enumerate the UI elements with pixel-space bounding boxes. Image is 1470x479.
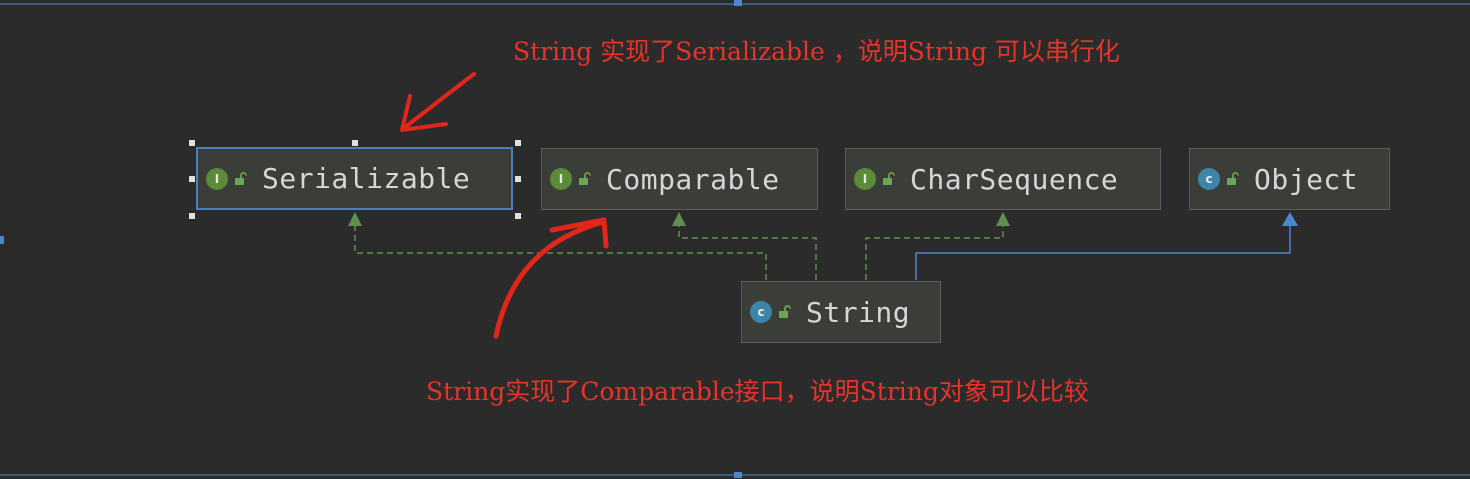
- edge-arrowhead-comparable: [672, 212, 686, 226]
- selection-handle[interactable]: [189, 176, 195, 182]
- selection-handle[interactable]: [515, 176, 521, 182]
- interface-icon: I: [206, 167, 228, 190]
- edge-arrowhead-object: [1282, 212, 1298, 226]
- selection-handle[interactable]: [515, 213, 521, 219]
- annotation-serializable: String 实现了Serializable ，说明String 可以串行化: [513, 37, 1120, 66]
- edge-string-object: [915, 226, 1291, 280]
- annotation-comparable: String实现了Comparable接口，说明String对象可以比较: [426, 377, 1089, 406]
- final-class-icon: c: [750, 301, 772, 323]
- unlock-icon: [779, 305, 791, 318]
- node-label: CharSequence: [910, 162, 1119, 196]
- edge-arrowhead-charsequence: [996, 212, 1010, 226]
- node-label: String: [806, 295, 911, 329]
- node-label: Object: [1254, 162, 1359, 196]
- node-charsequence[interactable]: I CharSequence: [845, 148, 1161, 210]
- unlock-icon: [883, 172, 895, 185]
- selection-handle[interactable]: [352, 140, 358, 146]
- node-string[interactable]: c String: [741, 281, 941, 343]
- class-icon: c: [1198, 168, 1220, 190]
- red-arrow-comparable: [493, 219, 607, 339]
- unlock-icon: [1227, 172, 1239, 185]
- node-object[interactable]: c Object: [1189, 148, 1390, 210]
- selection-handle[interactable]: [189, 140, 195, 146]
- node-serializable[interactable]: I Serializable: [196, 147, 513, 210]
- red-arrow-serializable: [402, 72, 476, 130]
- node-label: Comparable: [606, 162, 780, 196]
- node-comparable[interactable]: I Comparable: [541, 148, 818, 210]
- edge-arrowhead-serializable: [348, 212, 362, 226]
- selection-handle[interactable]: [515, 140, 521, 146]
- interface-icon: I: [550, 168, 572, 190]
- node-label: Serializable: [262, 162, 471, 195]
- interface-icon: I: [854, 168, 876, 190]
- edge-string-serializable: [354, 226, 767, 280]
- selection-handle[interactable]: [189, 213, 195, 219]
- unlock-icon: [579, 172, 591, 185]
- unlock-icon: [235, 171, 247, 185]
